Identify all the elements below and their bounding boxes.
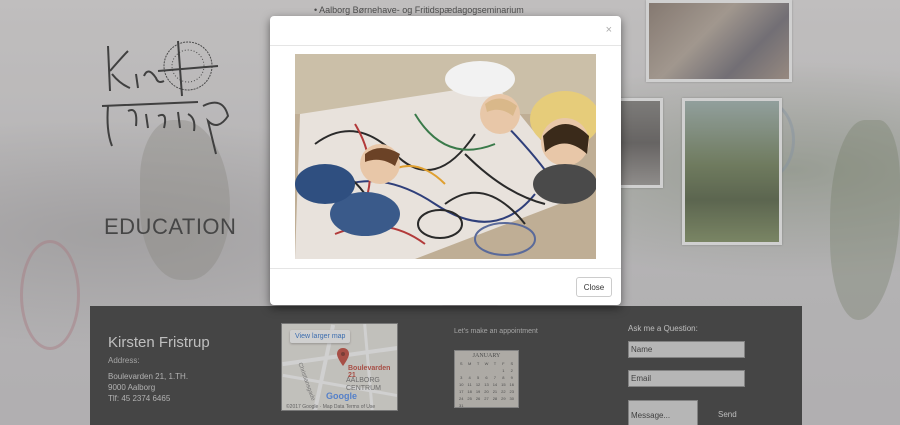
children-painting-photo [295, 54, 596, 259]
close-icon[interactable]: × [606, 24, 612, 36]
image-modal: × Close [270, 16, 621, 305]
modal-body [270, 46, 621, 268]
modal-header: × [270, 16, 621, 46]
close-button[interactable]: Close [576, 277, 612, 297]
modal-footer: Close [270, 268, 621, 305]
